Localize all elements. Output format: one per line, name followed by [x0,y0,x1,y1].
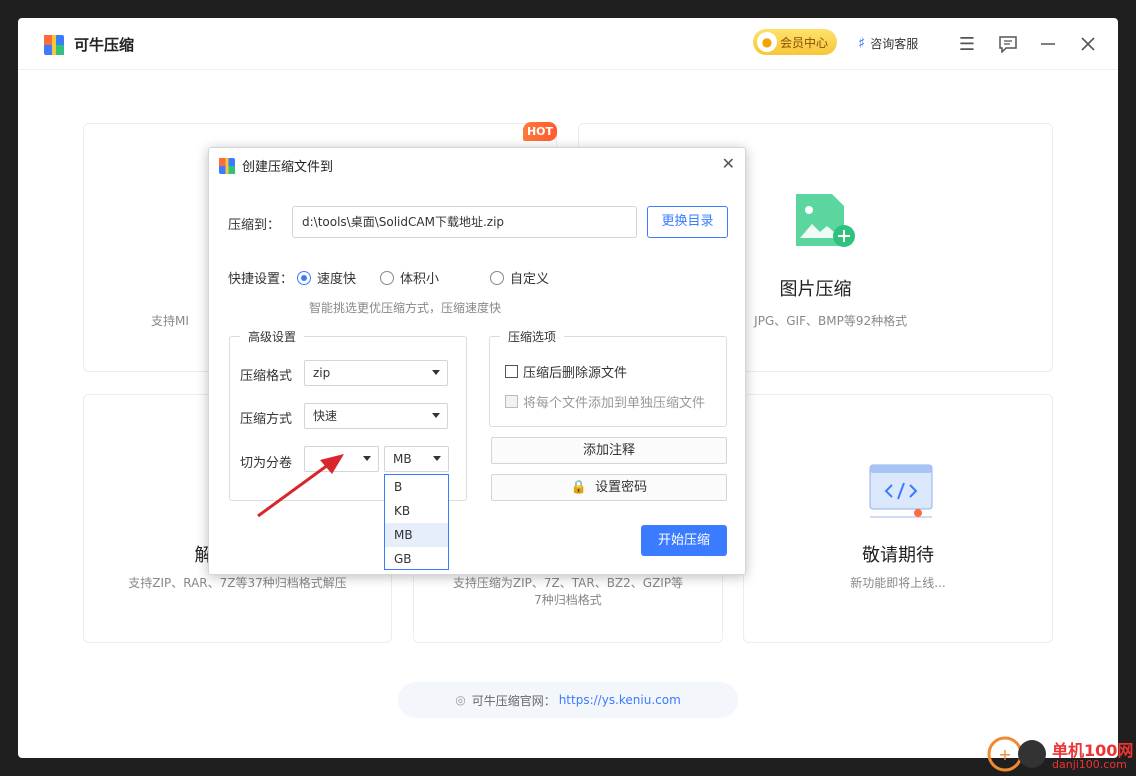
coming-soon-icon [869,464,933,518]
radio-custom[interactable]: 自定义 [490,268,549,287]
app-logo-icon [44,35,64,55]
radio-speed[interactable]: 速度快 [297,268,356,287]
support-label: 咨询客服 [870,36,919,51]
checkbox-label: 压缩后删除源文件 [523,366,628,381]
dialog-close-icon[interactable]: ✕ [722,154,735,173]
menu-icon[interactable]: ☰ [956,33,978,55]
official-site-label: 可牛压缩官网： [471,693,556,708]
add-comment-button[interactable]: 添加注释 [491,437,727,464]
unit-option-kb[interactable]: KB [385,499,448,523]
radio-size[interactable]: 体积小 [380,268,439,287]
start-compress-button[interactable]: 开始压缩 [641,525,727,556]
headset-icon: ♯ [858,34,866,52]
delete-source-checkbox[interactable]: 压缩后删除源文件 [505,362,627,381]
format-select[interactable]: zip [304,360,448,386]
select-value: 快速 [313,409,338,423]
vip-label: 会员中心 [780,35,829,50]
chevron-down-icon [363,456,371,461]
unit-option-gb[interactable]: GB [385,547,448,571]
format-label: 压缩格式 [240,369,293,384]
annotation-arrow-icon [257,454,344,518]
customer-support-button[interactable]: ♯ 咨询客服 [858,34,918,52]
image-compress-icon [796,194,855,247]
coming-soon-card[interactable]: 敬请期待 新功能即将上线... [743,394,1053,643]
compress-options-group: 压缩选项 [489,328,727,427]
change-directory-button[interactable]: 更换目录 [647,206,728,238]
radio-label: 速度快 [317,272,357,287]
set-password-button[interactable]: 🔒 设置密码 [491,474,727,501]
hot-badge: HOT [523,122,557,141]
select-value: zip [313,366,331,380]
group-title: 压缩选项 [500,328,565,345]
radio-button [380,270,394,285]
chevron-down-icon [432,413,440,418]
radio-button [490,270,504,285]
lock-icon: 🔒 [570,480,588,495]
checkbox-label: 将每个文件添加到单独压缩文件 [523,396,706,411]
title-bar: 可牛压缩 ● 会员中心 ♯ 咨询客服 ☰ [18,18,1118,70]
card-desc-line1: 支持压缩为ZIP、7Z、TAR、BZ2、GZIP等 [452,576,684,590]
card-desc: 支持ZIP、RAR、7Z等37种归档格式解压 [128,576,347,590]
each-file-checkbox[interactable]: 将每个文件添加到单独压缩文件 [505,392,705,411]
radio-button-checked [297,270,311,285]
user-avatar-icon: ● [757,32,777,52]
method-label: 压缩方式 [240,412,293,427]
minimize-icon[interactable] [1037,33,1059,55]
button-label: 设置密码 [595,480,648,495]
globe-icon: ◎ [455,693,466,707]
unit-option-mb[interactable]: MB [385,523,448,547]
radio-label: 自定义 [510,272,550,287]
chevron-down-icon [432,370,440,375]
app-logo-icon [219,158,235,174]
official-site-bar: ◎ 可牛压缩官网： https://ys.keniu.com [398,682,738,718]
quick-setting-label: 快捷设置： [228,272,294,287]
dest-label: 压缩到： [228,218,281,233]
watermark-url: danji100.com [1052,758,1127,771]
dest-path-input[interactable]: d:\tools\桌面\SolidCAM下载地址.zip [292,206,637,238]
radio-label: 体积小 [400,272,440,287]
method-select[interactable]: 快速 [304,403,448,429]
close-window-icon[interactable] [1077,33,1099,55]
app-title: 可牛压缩 [74,36,135,54]
chevron-down-icon [433,456,441,461]
checkbox-box [505,365,518,378]
svg-text:+: + [998,745,1011,764]
unit-option-b[interactable]: B [385,475,448,499]
unit-dropdown-list: B KB MB GB [384,474,449,570]
card-desc: 新功能即将上线... [850,576,946,590]
official-site-link[interactable]: https://ys.keniu.com [559,693,681,707]
select-value: MB [393,452,412,466]
feedback-icon[interactable] [997,33,1019,55]
dialog-title: 创建压缩文件到 [242,160,334,175]
quick-setting-hint: 智能挑选更优压缩方式，压缩速度快 [309,301,502,315]
checkbox-box [505,395,518,408]
vip-center-button[interactable]: ● 会员中心 [753,29,837,55]
card-title: 敬请期待 [862,545,934,566]
card-desc-line2: 7种归档格式 [534,593,602,607]
group-title: 高级设置 [240,328,305,345]
split-unit-select[interactable]: MB [384,446,449,472]
